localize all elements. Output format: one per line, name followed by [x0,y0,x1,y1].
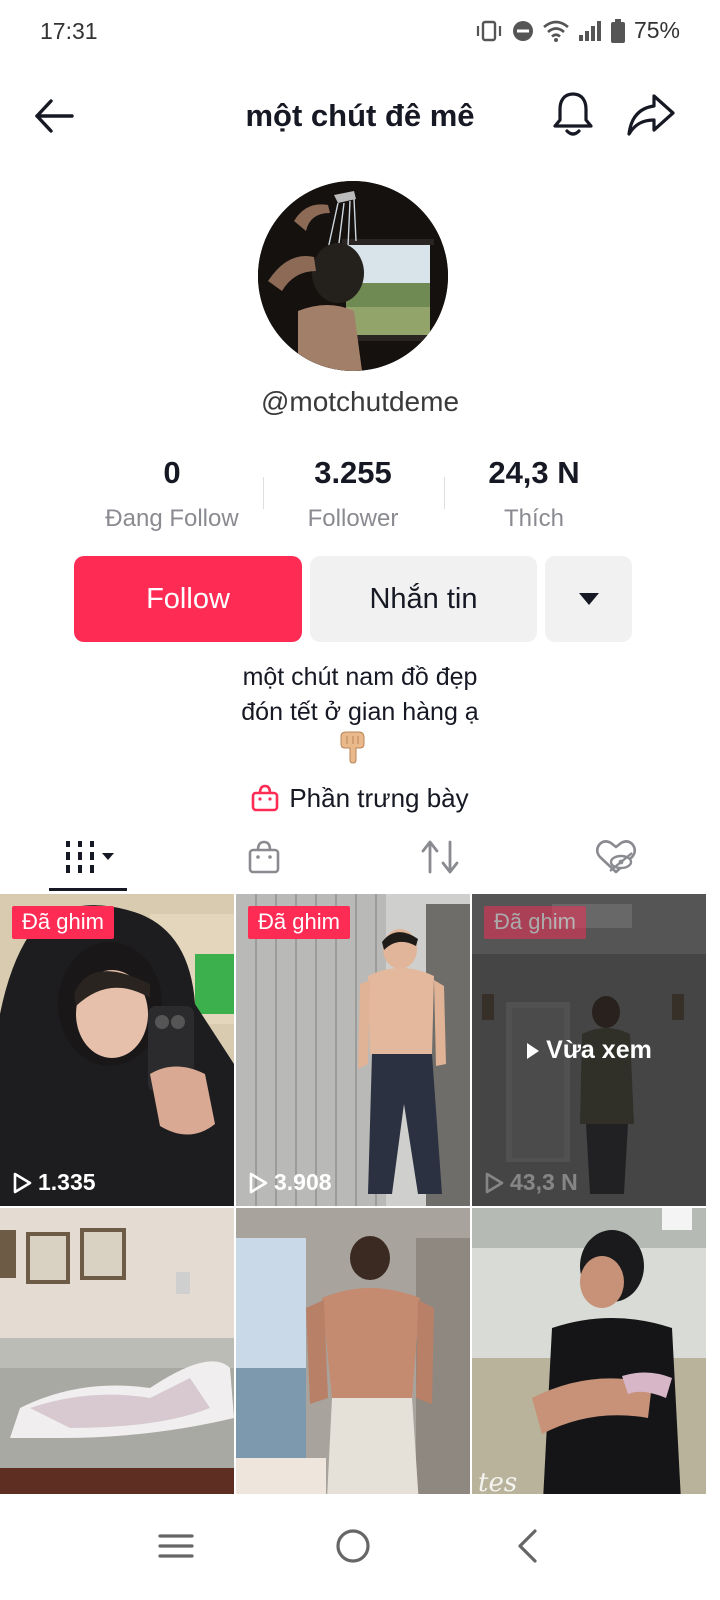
video-thumbnail[interactable]: Đã ghim Vừa xem 43,3 N [472,894,706,1206]
stat-likes-count: 24,3 N [488,455,580,490]
video-thumbnail[interactable] [0,1208,234,1494]
video-thumbnail[interactable]: Đã ghim 3.908 [236,894,470,1206]
thumbnail-image [236,1208,470,1494]
view-count-text: 1.335 [38,1169,96,1195]
home-icon[interactable] [329,1522,377,1570]
thumbnail-image [236,894,470,1206]
profile-bio: một chút nam đồ đẹp đón tết ở gian hàng … [0,660,720,730]
liked-hidden-icon [595,840,637,874]
tab-videos[interactable] [0,828,176,886]
battery-icon [610,18,625,43]
play-icon [527,1042,540,1059]
more-options-button[interactable] [545,556,632,642]
recently-watched-label: Vừa xem [472,1036,706,1065]
showcase-link[interactable]: Phần trưng bày [0,780,720,816]
shop-bag-icon [248,840,280,874]
status-time: 17:31 [40,18,98,44]
video-thumbnail[interactable]: tes [472,1208,706,1494]
view-count-text: 43,3 N [510,1169,578,1195]
profile-avatar[interactable] [258,181,448,371]
stat-likes-label: Thích [503,505,565,532]
follow-button[interactable]: Follow [74,556,302,642]
vibrate-icon [476,20,502,41]
recently-watched-text: Vừa xem [546,1036,652,1064]
grid-icon [66,841,114,873]
wifi-icon [543,20,569,42]
stat-followers-count: 3.255 [314,455,392,490]
play-outline-icon [485,1172,504,1193]
shopping-bag-icon [252,784,279,812]
avatar-photo [258,181,448,371]
tab-liked[interactable] [528,828,704,886]
stat-likes[interactable]: 24,3 N Thích [444,455,624,533]
system-navigation-bar [0,1494,720,1600]
message-button[interactable]: Nhắn tin [310,556,537,642]
tab-reposts[interactable] [352,828,528,886]
thumbnail-image [472,1208,706,1494]
repost-icon [421,840,459,874]
view-count: 3.908 [248,1169,332,1196]
pinned-badge: Đã ghim [12,906,114,939]
showcase-label: Phần trưng bày [289,782,469,813]
video-thumbnail[interactable]: Đã ghim 1.335 [0,894,234,1206]
battery-level: 75% [633,17,680,43]
recent-apps-icon[interactable] [152,1522,200,1570]
video-overlay-text: tes [478,1468,518,1494]
top-nav: một chút đê mê [0,80,720,152]
play-outline-icon [249,1172,268,1193]
share-arrow-icon[interactable] [626,92,676,138]
thumbnail-image [0,1208,234,1494]
status-icons: 75% [475,17,680,44]
view-count: 43,3 N [484,1169,578,1196]
page-title: một chút đê mê [245,98,475,133]
username: @motchutdeme [260,386,460,417]
profile-stats: 0 Đang Follow 3.255 Follower 24,3 N Thíc… [82,455,627,535]
video-thumbnail[interactable] [236,1208,470,1494]
bell-icon[interactable] [551,90,595,138]
pointing-down-hand-icon [340,731,365,764]
video-grid: Đã ghim 1.335 Đã ghim 3.908 Đã ghim Vừa … [0,894,720,1494]
play-outline-icon [13,1172,32,1193]
pinned-badge: Đã ghim [484,906,586,939]
thumbnail-image [0,894,234,1206]
stat-following-label: Đang Follow [105,505,239,532]
active-tab-indicator [49,888,127,891]
stat-following-count: 0 [163,455,181,490]
stat-followers-label: Follower [307,505,399,532]
signal-icon [578,20,601,41]
stat-following[interactable]: 0 Đang Follow [82,455,262,533]
status-bar: 17:31 75% [0,0,720,64]
bio-line: đón tết ở gian hàng ạ [241,698,479,726]
view-count: 1.335 [12,1169,96,1196]
back-nav-icon[interactable] [505,1522,553,1570]
caret-down-icon [578,593,599,605]
tab-shop[interactable] [176,828,352,886]
content-tabs [0,828,720,892]
bio-line: một chút nam đồ đẹp [242,663,478,691]
view-count-text: 3.908 [274,1169,332,1195]
dnd-icon [512,20,533,41]
stat-followers[interactable]: 3.255 Follower [263,455,443,533]
pinned-badge: Đã ghim [248,906,350,939]
